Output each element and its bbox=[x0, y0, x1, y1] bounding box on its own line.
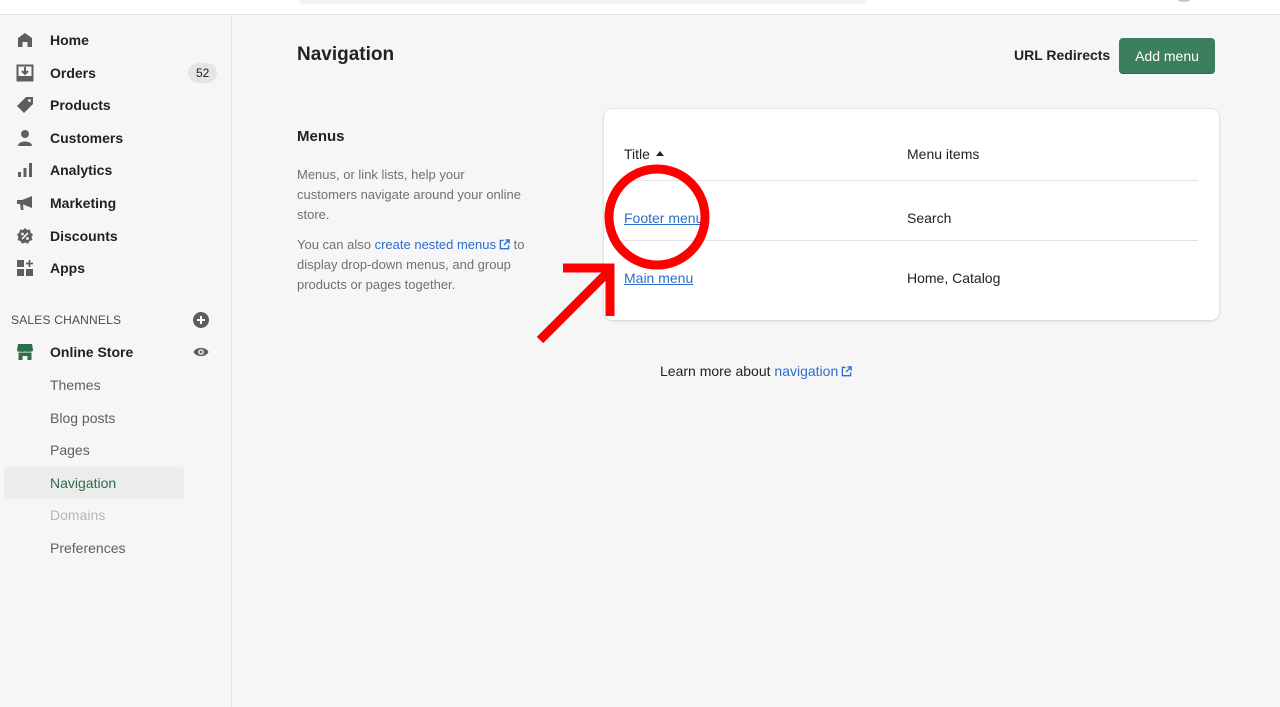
sidebar-subitem-label: Themes bbox=[50, 377, 101, 393]
sidebar-subitem-navigation[interactable]: Navigation bbox=[0, 467, 232, 499]
add-menu-button[interactable]: Add menu bbox=[1119, 38, 1215, 74]
learn-more-text: Learn more about navigation bbox=[660, 363, 853, 379]
red-arrow-annotation bbox=[536, 263, 615, 344]
table-row[interactable]: Main menu Home, Catalog bbox=[604, 248, 1219, 308]
bar-chart-icon bbox=[15, 160, 35, 180]
external-link-icon bbox=[499, 239, 510, 250]
page-title: Navigation bbox=[297, 44, 395, 65]
orders-count-badge: 52 bbox=[188, 63, 218, 83]
learn-more-prefix: Learn more about bbox=[660, 363, 775, 379]
divider bbox=[624, 180, 1198, 181]
sidebar-item-apps[interactable]: Apps bbox=[0, 253, 232, 283]
sort-ascending-icon bbox=[655, 151, 664, 156]
apps-icon bbox=[15, 258, 35, 278]
learn-more-navigation-link[interactable]: navigation bbox=[774, 363, 853, 379]
sidebar-subitem-themes[interactable]: Themes bbox=[0, 370, 232, 400]
menu-items-cell: Home, Catalog bbox=[907, 270, 1001, 286]
search-input[interactable] bbox=[298, 0, 868, 4]
sidebar-item-label: Orders bbox=[50, 65, 96, 81]
sidebar-subitem-label: Pages bbox=[50, 442, 90, 458]
nested-link-text: create nested menus bbox=[374, 237, 496, 252]
sidebar-item-online-store[interactable]: Online Store bbox=[0, 337, 232, 367]
divider bbox=[624, 240, 1198, 241]
sidebar-item-customers[interactable]: Customers bbox=[0, 123, 232, 153]
sidebar-item-label: Analytics bbox=[50, 162, 113, 178]
learn-more-link-text: navigation bbox=[774, 363, 839, 379]
top-bar bbox=[0, 0, 1280, 15]
sidebar-item-label: Home bbox=[50, 32, 89, 48]
sidebar-item-label: Marketing bbox=[50, 195, 117, 211]
sidebar-item-label: Online Store bbox=[50, 344, 134, 360]
footer-menu-link[interactable]: Footer menu bbox=[624, 210, 703, 226]
megaphone-icon bbox=[15, 193, 35, 213]
tag-icon bbox=[15, 95, 35, 115]
sidebar-item-label: Apps bbox=[50, 260, 85, 276]
sidebar-item-marketing[interactable]: Marketing bbox=[0, 188, 232, 218]
sidebar-subitem-pages[interactable]: Pages bbox=[0, 435, 232, 465]
create-nested-menus-link[interactable]: create nested menus bbox=[375, 237, 510, 252]
sidebar-item-discounts[interactable]: Discounts bbox=[0, 221, 232, 251]
nested-prefix-text: You can also bbox=[297, 237, 375, 252]
menus-section-title: Menus bbox=[297, 128, 345, 145]
person-icon bbox=[15, 128, 35, 148]
external-link-icon bbox=[841, 366, 853, 377]
menus-description: Menus, or link lists, help your customer… bbox=[297, 167, 522, 222]
sidebar-item-orders[interactable]: Orders 52 bbox=[0, 58, 232, 88]
sidebar-item-products[interactable]: Products bbox=[0, 90, 232, 120]
eye-icon[interactable] bbox=[193, 345, 209, 363]
column-header-label: Title bbox=[624, 146, 650, 162]
menu-items-cell: Search bbox=[907, 210, 952, 226]
sidebar-item-label: Products bbox=[50, 97, 111, 113]
table-row[interactable]: Footer menu Search bbox=[604, 188, 1219, 248]
sidebar-subitem-label: Domains bbox=[50, 507, 106, 523]
sidebar-subitem-blog-posts[interactable]: Blog posts bbox=[0, 403, 232, 433]
url-redirects-button[interactable]: URL Redirects bbox=[1014, 47, 1110, 63]
sales-channels-heading: SALES CHANNELS bbox=[11, 313, 122, 327]
add-sales-channel-icon[interactable] bbox=[193, 312, 209, 328]
discount-icon bbox=[15, 226, 35, 246]
menus-table-card: Title Menu items Footer menu Search Main… bbox=[604, 109, 1219, 320]
home-icon bbox=[15, 30, 35, 50]
sidebar-item-label: Customers bbox=[50, 130, 124, 146]
sidebar-item-analytics[interactable]: Analytics bbox=[0, 155, 232, 185]
sidebar-subitem-label: Preferences bbox=[50, 540, 126, 556]
nested-menus-description: You can also create nested menus to disp… bbox=[297, 235, 537, 295]
sidebar-item-home[interactable]: Home bbox=[0, 25, 232, 55]
store-icon bbox=[15, 342, 35, 362]
avatar[interactable] bbox=[1172, 0, 1196, 2]
sidebar: Home Orders 52 Products Customers Analyt… bbox=[0, 15, 232, 707]
sidebar-subitem-domains: Domains bbox=[0, 500, 232, 530]
sidebar-subitem-label: Blog posts bbox=[50, 410, 116, 426]
column-header-title[interactable]: Title bbox=[624, 146, 664, 162]
sidebar-subitem-label: Navigation bbox=[50, 475, 117, 491]
sidebar-subitem-preferences[interactable]: Preferences bbox=[0, 533, 232, 563]
main-menu-link[interactable]: Main menu bbox=[624, 270, 693, 286]
orders-icon bbox=[15, 63, 35, 83]
column-header-menu-items: Menu items bbox=[907, 146, 980, 162]
sidebar-item-label: Discounts bbox=[50, 228, 118, 244]
